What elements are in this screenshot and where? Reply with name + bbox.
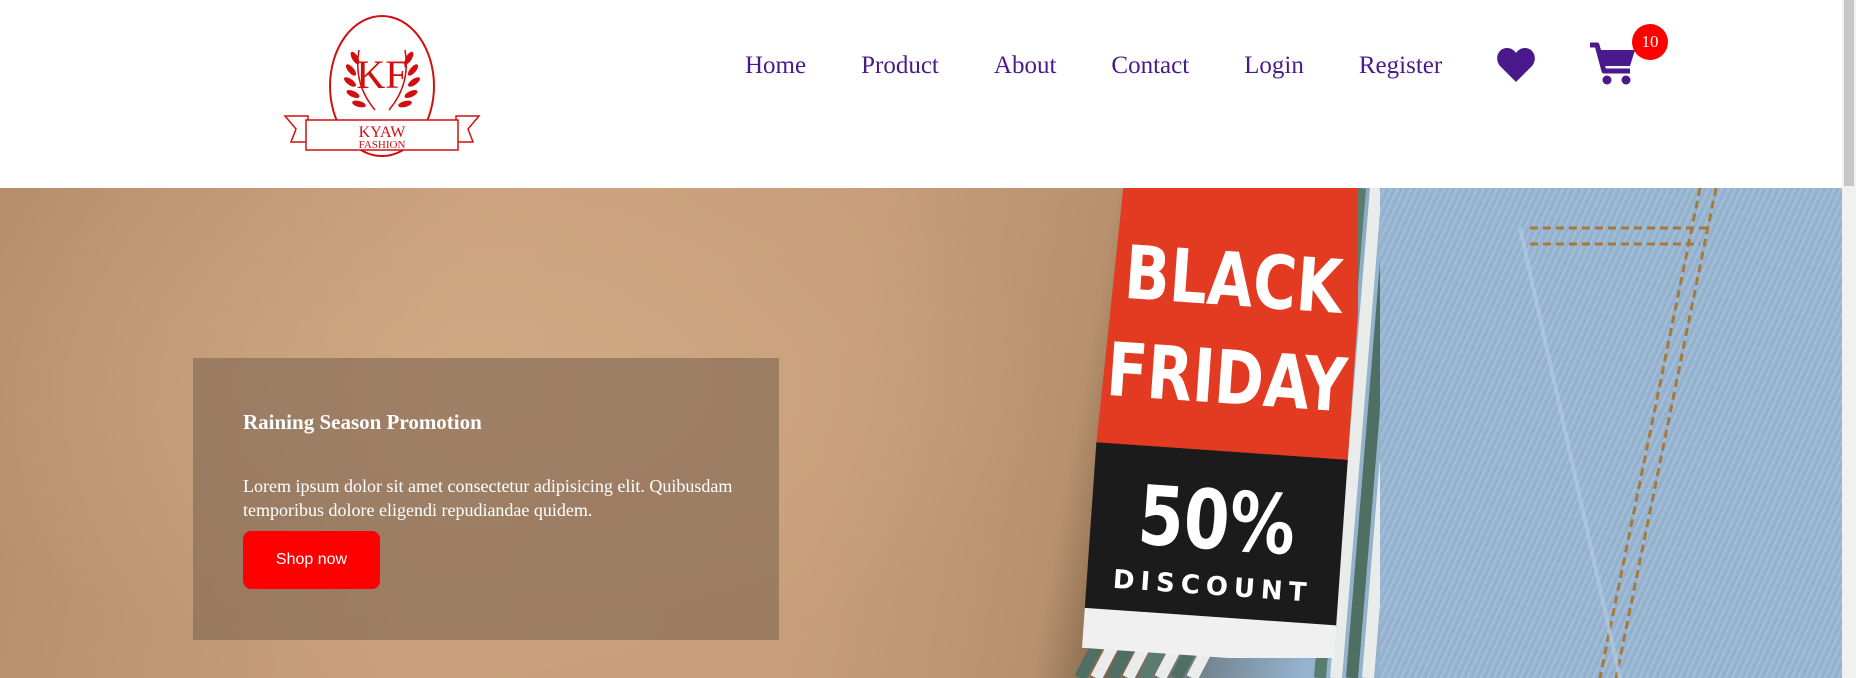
promo-title: Raining Season Promotion [243,410,482,434]
promo-card: Raining Season Promotion Lorem ipsum dol… [193,358,779,640]
scrollbar-thumb[interactable] [1844,0,1854,186]
kyaw-fashion-logo: KF KYAW FASHION [283,15,481,157]
nav-about[interactable]: About [994,46,1057,86]
shop-now-button[interactable]: Shop now [243,531,380,589]
nav-contact[interactable]: Contact [1111,46,1189,86]
denim-pocket-image [1380,188,1842,678]
heart-icon[interactable] [1496,46,1536,84]
brand-logo[interactable]: KF KYAW FASHION [283,14,481,159]
promo-description: Lorem ipsum dolor sit amet consectetur a… [243,476,733,520]
shopping-cart-icon[interactable] [1590,42,1636,86]
logo-monogram: KF [356,52,407,97]
logo-name-line2: FASHION [359,139,406,151]
site-header: KF KYAW FASHION Home Product About Conta… [0,0,1842,188]
cart-count-badge: 10 [1632,24,1668,60]
black-friday-tag-image: BLACK FRIDAY 50% DISCOUNT [1058,188,1358,658]
nav-product[interactable]: Product [861,46,939,86]
nav-home[interactable]: Home [745,46,806,86]
main-nav: Home Product About Contact Login Registe… [745,46,1442,86]
tag-percent: 50% [1135,467,1298,574]
nav-register[interactable]: Register [1359,46,1442,86]
tag-line1: BLACK [1122,229,1347,330]
tag-line2: FRIDAY [1104,326,1351,429]
nav-login[interactable]: Login [1244,46,1304,86]
